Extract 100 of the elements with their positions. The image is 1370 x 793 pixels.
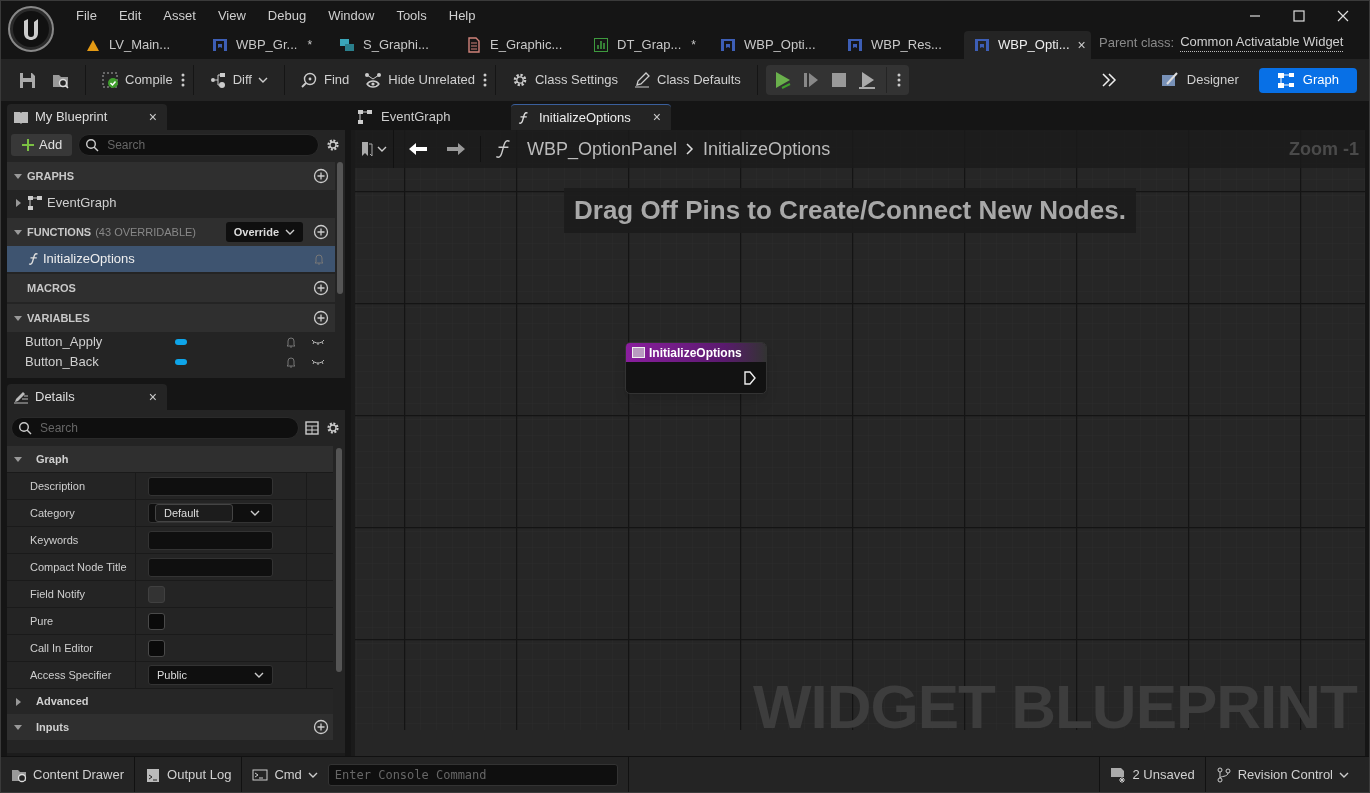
section-header[interactable]: GRAPHS [7,162,335,190]
close-icon[interactable] [1337,9,1349,22]
details-section-header[interactable]: Inputs [7,714,333,740]
document-tab[interactable]: WBP_Gr... * [202,31,329,59]
parent-class-link[interactable]: Common Activatable Widget [1180,31,1344,52]
document-tab[interactable]: WBP_Opti... × [964,31,1091,59]
add-icon[interactable] [313,719,329,735]
collapsed-arrow-icon[interactable] [13,696,23,707]
section-header[interactable]: VARIABLES [7,304,335,332]
search-field[interactable]: Search [11,417,299,439]
expanded-arrow-icon[interactable] [13,722,23,732]
menu-item[interactable]: Debug [256,5,318,26]
play-icon[interactable] [773,71,792,89]
unsaved-button[interactable]: 2 Unsaved [1099,757,1206,792]
diff-button[interactable]: Diff [201,65,276,95]
details-section-header[interactable]: Graph [7,446,333,472]
double-chevron-icon[interactable] [1100,73,1117,87]
expanded-arrow-icon[interactable] [13,313,23,323]
more-icon[interactable] [482,73,487,87]
console-input[interactable]: Enter Console Command [327,763,618,786]
scrollbar-thumb[interactable] [337,162,343,294]
settings-icon[interactable] [325,137,341,153]
tree-item[interactable]: Button_Apply [7,332,335,352]
add-icon[interactable] [313,280,329,296]
menu-item[interactable]: Asset [152,5,207,26]
checkbox[interactable] [148,612,165,630]
closed-eye-icon[interactable] [311,338,325,346]
output-log-button[interactable]: Output Log [135,757,243,792]
maximize-icon[interactable] [1293,9,1305,22]
search-input[interactable]: Search [40,419,292,437]
close-panel-button[interactable]: × [148,106,161,128]
settings-icon[interactable] [325,420,341,436]
closed-eye-icon[interactable] [311,358,325,366]
add-button[interactable]: Add [11,134,73,156]
section-header[interactable]: MACROS [7,274,335,302]
add-icon[interactable] [313,168,329,184]
menu-item[interactable]: Edit [107,5,153,26]
designer-mode-button[interactable]: Designer [1142,67,1257,93]
expanded-arrow-icon[interactable] [13,227,23,237]
add-icon[interactable] [313,224,329,240]
document-tab[interactable]: E_Graphic... [456,31,583,59]
document-tab[interactable]: LV_Main... [75,31,202,59]
menu-item[interactable]: Window [317,5,386,26]
close-panel-button[interactable]: × [148,386,161,408]
scrollbar-thumb[interactable] [336,448,342,672]
add-icon[interactable] [313,310,329,326]
section-header[interactable]: FUNCTIONS (43 OVERRIDABLE) Override [7,218,335,246]
function-entry-node[interactable]: InitializeOptions [625,342,767,394]
expanded-arrow-icon[interactable] [13,454,23,464]
stop-icon[interactable] [829,71,848,89]
more-icon[interactable] [896,73,901,87]
graph-tab[interactable]: EventGraph [351,104,511,130]
find-button[interactable]: Find [292,65,358,95]
text-field[interactable] [148,557,273,577]
menu-item[interactable]: View [206,5,257,26]
step-icon[interactable] [801,71,820,89]
chevron-down-icon [254,671,264,679]
table-icon[interactable] [305,421,319,435]
checkbox[interactable] [148,639,165,657]
tree-item[interactable]: Button_Back [7,352,335,372]
back-arrow-icon[interactable] [408,142,428,156]
close-tab-button[interactable]: × [652,107,665,128]
compile-button[interactable]: Compile [94,65,181,95]
search-input[interactable]: Search [107,136,312,154]
revision-control-button[interactable]: Revision Control [1205,757,1369,792]
close-tab-button[interactable]: × [1077,34,1086,56]
category-combo-box[interactable]: Default [148,503,273,523]
bell-icon[interactable] [285,356,297,368]
override-dropdown[interactable]: Override [225,222,303,242]
tree-item[interactable]: EventGraph [7,190,335,216]
menu-item[interactable]: Tools [385,5,438,26]
breadcrumb-item[interactable]: InitializeOptions [703,135,831,163]
text-field[interactable] [148,476,273,496]
bell-icon[interactable] [285,336,297,348]
tree-item[interactable]: InitializeOptions [7,246,335,272]
defaults-button[interactable]: Class Defaults [626,65,749,95]
exec-pin-icon[interactable] [744,371,756,385]
graph-mode-button[interactable]: Graph [1258,67,1357,93]
breadcrumb-item[interactable]: WBP_OptionPanel [527,135,678,163]
settings-button[interactable]: Class Settings [503,65,627,95]
document-tab[interactable]: DT_Grap... * [583,31,710,59]
menu-item[interactable]: File [65,5,108,26]
document-tab[interactable]: WBP_Opti... [710,31,837,59]
graph-tab[interactable]: InitializeOptions × [511,104,671,130]
eject-icon[interactable] [857,71,876,89]
menu-item[interactable]: Help [437,5,487,26]
forward-arrow-icon[interactable] [446,142,466,156]
panel-tab[interactable]: Details × [7,384,167,410]
more-icon[interactable] [180,73,185,87]
search-field[interactable]: Search [78,134,319,156]
content-drawer-button[interactable]: Content Drawer [1,757,136,792]
collapsed-arrow-icon[interactable] [13,198,23,208]
hide-button[interactable]: Hide Unrelated [357,65,483,95]
cmd-dropdown[interactable]: Cmd [242,757,328,792]
document-tab[interactable]: S_Graphi... [329,31,456,59]
dropdown[interactable]: Public [148,665,273,685]
document-tab[interactable]: WBP_Res... [837,31,964,59]
panel-tab[interactable]: My Blueprint × [7,104,167,130]
expanded-arrow-icon[interactable] [13,171,23,181]
text-field[interactable] [148,530,273,550]
